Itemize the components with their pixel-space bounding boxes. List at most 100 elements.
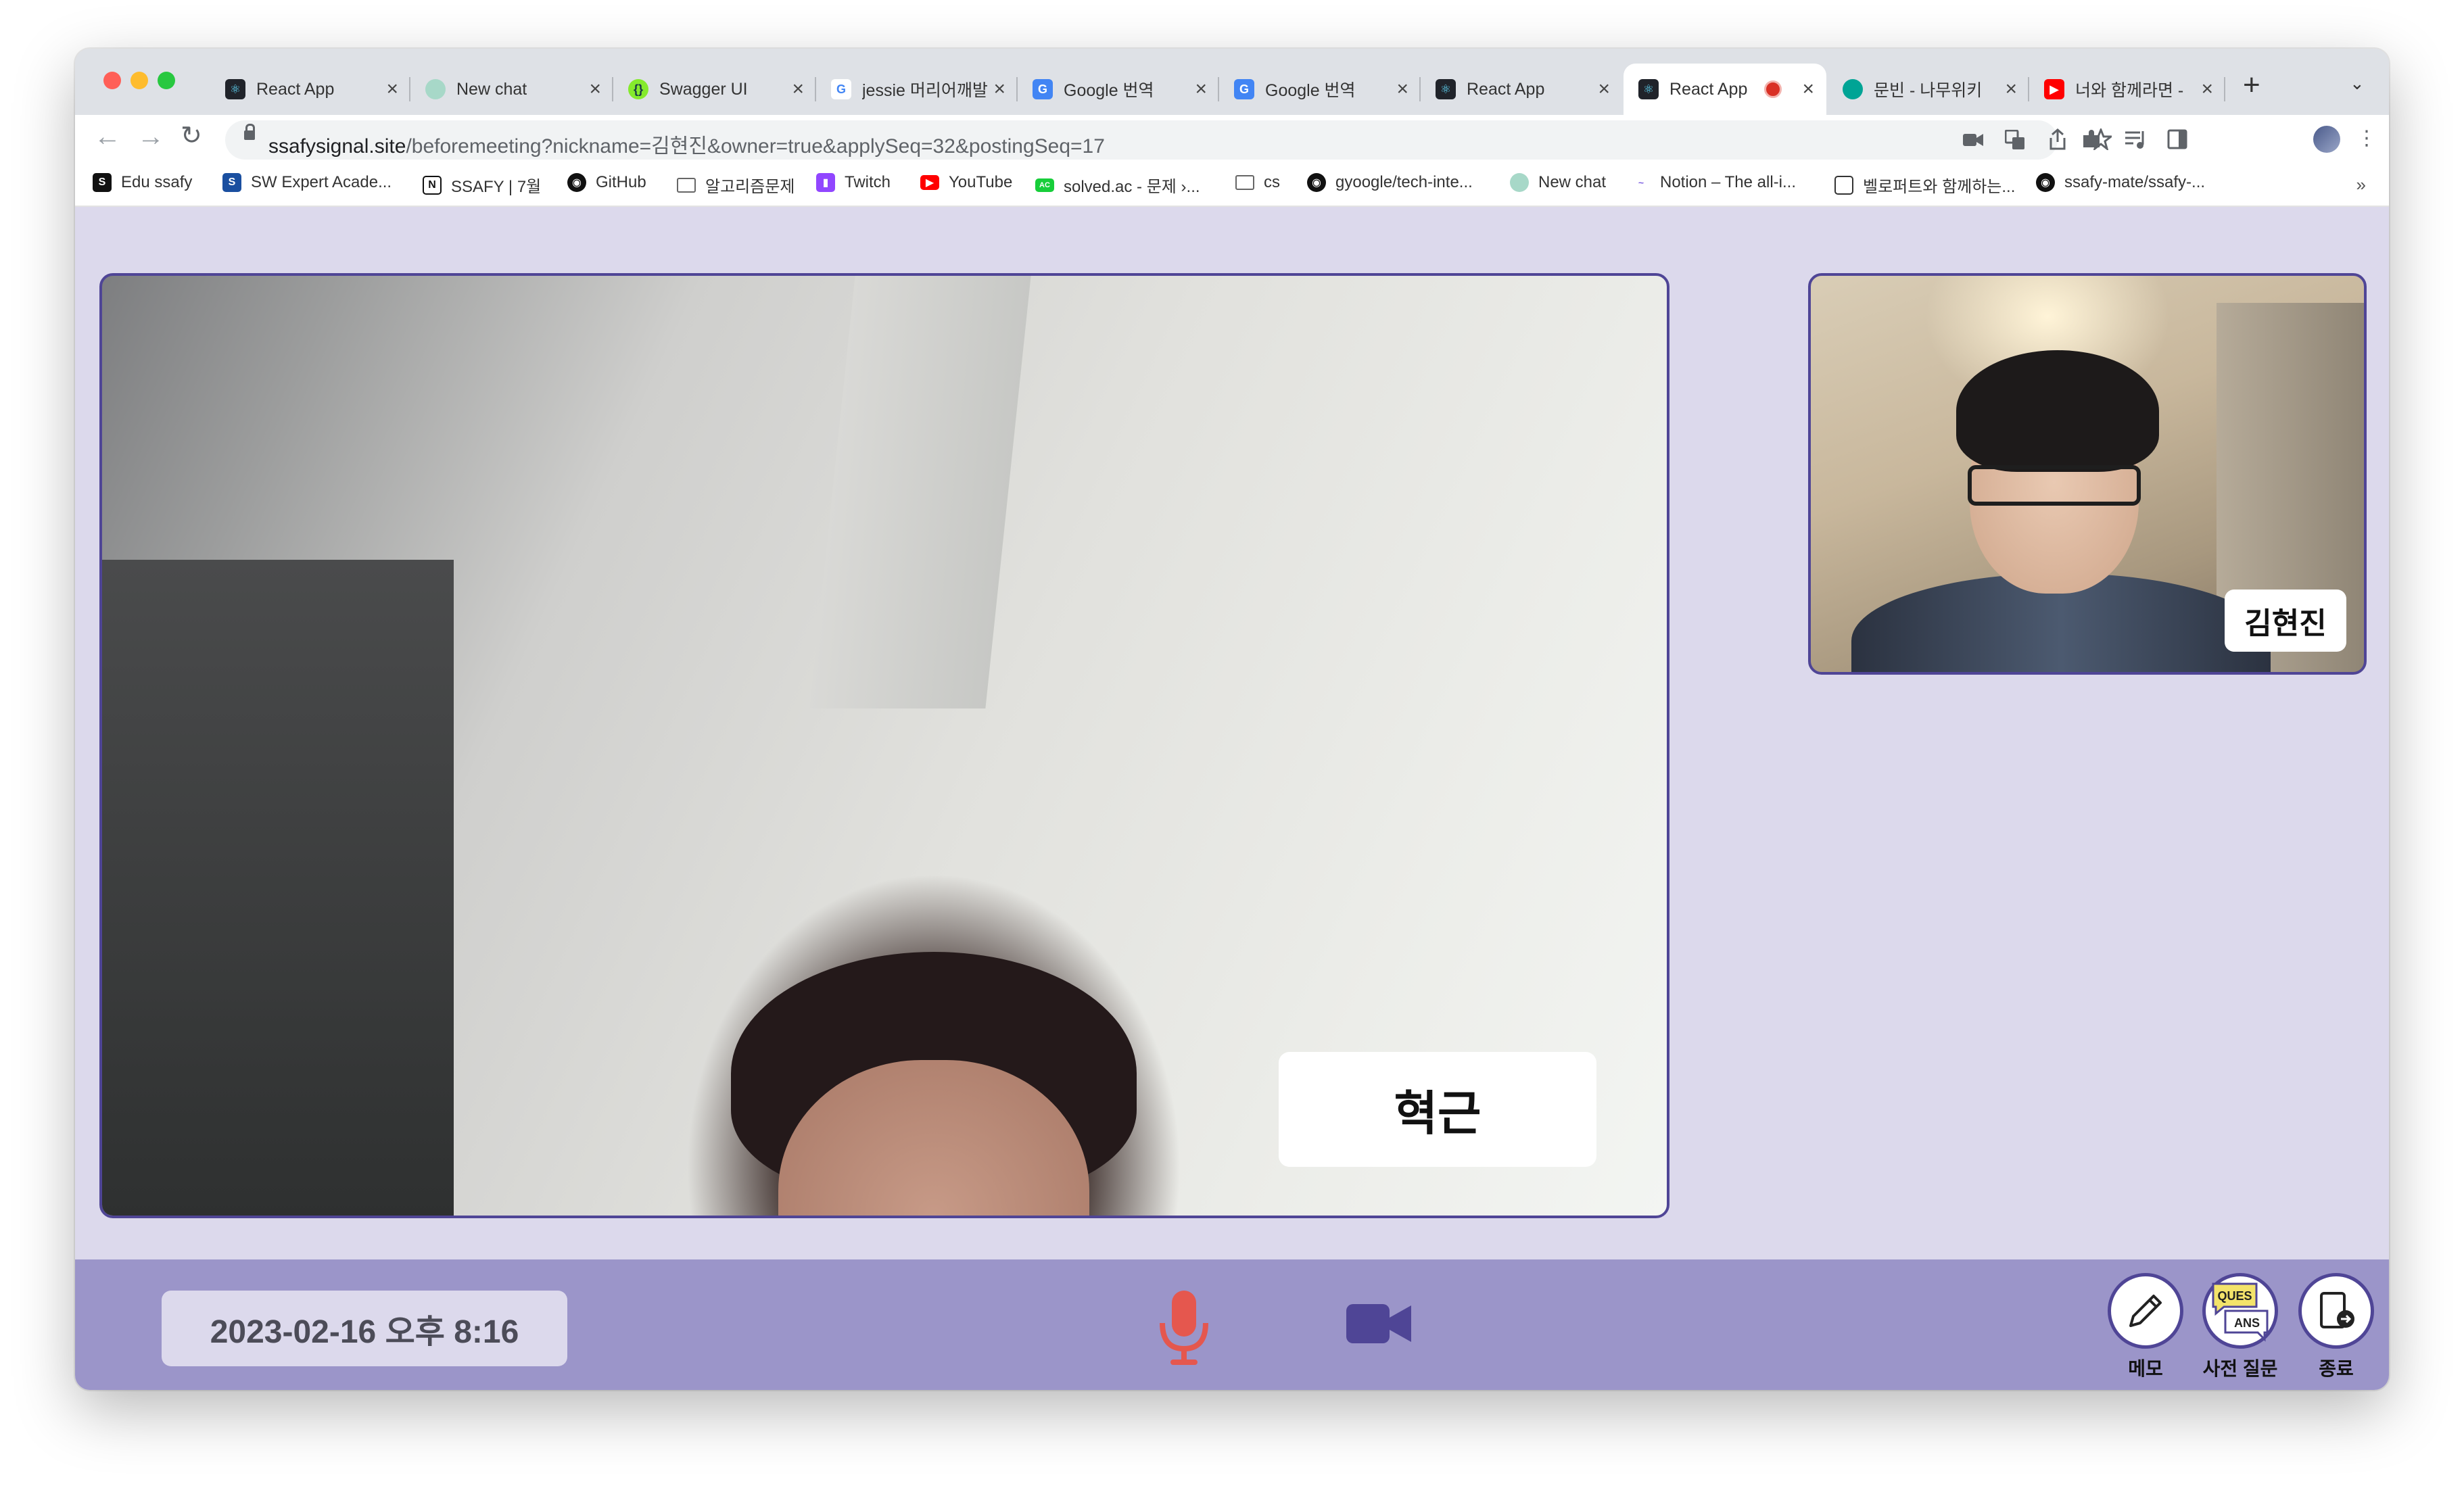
bookmark-tech-interview[interactable]: ◉ gyoogle/tech-inte... (1307, 173, 1473, 192)
edu-ssafy-icon: S (93, 173, 112, 192)
address-bar[interactable]: ssafysignal.site/beforemeeting?nickname=… (225, 120, 2112, 160)
end-meeting-label: 종료 (2319, 1358, 2354, 1379)
tab-react-app-2[interactable]: ⚛ React App × (1421, 64, 1622, 115)
share-icon[interactable] (2048, 128, 2067, 150)
pre-question-button[interactable]: QUES ANS (2202, 1273, 2278, 1349)
translate-page-icon[interactable] (2005, 130, 2025, 150)
react-icon: ⚛ (1436, 79, 1456, 99)
more-bookmarks-button[interactable]: » (2356, 174, 2366, 195)
main-participant-name: 혁근 (1279, 1052, 1596, 1167)
memo-button[interactable] (2108, 1273, 2183, 1349)
chatgpt-icon (425, 79, 446, 99)
tab-react-app-active[interactable]: ⚛ React App × (1624, 64, 1826, 115)
tab-google-translate-2[interactable]: G Google 번역 × (1219, 64, 1421, 115)
more-menu-icon[interactable]: ⋮ (2355, 127, 2378, 150)
bookmark-swea[interactable]: S SW Expert Acade... (222, 173, 392, 192)
close-tab-icon[interactable]: × (2005, 78, 2017, 101)
translate-icon: G (1234, 79, 1254, 99)
bookmark-notion[interactable]: ~ Notion – The all-i... (1632, 173, 1796, 192)
meeting-control-bar: 2023-02-16 오후 8:16 메모 QUES ANS 사전 질문 종료 (75, 1259, 2389, 1390)
self-participant-name: 김현진 (2225, 590, 2346, 652)
new-tab-button[interactable]: + (2243, 70, 2260, 100)
question-answer-icon: QUES ANS (2212, 1282, 2269, 1342)
forward-arrow-icon[interactable]: → (137, 123, 164, 150)
tab-google-search[interactable]: G jessie 머리어깨발 × (816, 64, 1018, 115)
youtube-icon: ▶ (2044, 79, 2064, 99)
bookmark-algorithm-folder[interactable]: 알고리즘문제 (677, 173, 795, 197)
camera-in-use-icon[interactable] (1963, 132, 1983, 148)
google-icon: G (831, 79, 851, 99)
self-video: 김현진 (1808, 273, 2367, 675)
swagger-icon: {} (628, 79, 648, 99)
bookmark-edu-ssafy[interactable]: S Edu ssafy (93, 173, 192, 192)
reading-list-icon[interactable] (2124, 128, 2147, 150)
recording-indicator-icon (1764, 80, 1782, 98)
browser-toolbar: ← → ↻ ssafysignal.site/beforemeeting?nic… (75, 115, 2389, 165)
pencil-icon (2129, 1295, 2162, 1327)
back-arrow-icon[interactable]: ← (94, 123, 121, 150)
book-icon (1834, 175, 1853, 195)
bookmark-velopert[interactable]: 벨로퍼트와 함께하는... (1834, 173, 2015, 197)
react-icon: ⚛ (1638, 79, 1659, 99)
tab-youtube[interactable]: ▶ 너와 함께라면 - × (2029, 64, 2225, 115)
lock-icon (244, 124, 255, 140)
close-tab-icon[interactable]: × (1598, 78, 1610, 101)
browser-window: ⚛ React App × New chat × {} Swagger UI ×… (75, 49, 2389, 1390)
react-icon: ⚛ (225, 79, 245, 99)
bookmarks-bar: S Edu ssafy S SW Expert Acade... N SSAFY | … (75, 165, 2389, 207)
bookmark-new-chat[interactable]: New chat (1510, 173, 1606, 192)
notion-link-icon: ~ (1632, 173, 1651, 192)
close-tab-icon[interactable]: × (589, 78, 601, 101)
close-tab-icon[interactable]: × (2201, 78, 2213, 101)
close-tab-icon[interactable]: × (792, 78, 804, 101)
tab-swagger[interactable]: {} Swagger UI × (613, 64, 816, 115)
bookmark-github[interactable]: ◉ GitHub (567, 173, 646, 192)
tab-react-app-1[interactable]: ⚛ React App × (210, 64, 410, 115)
bookmark-twitch[interactable]: ▮ Twitch (816, 173, 891, 192)
bookmark-cs-folder[interactable]: cs (1235, 173, 1280, 192)
bookmark-ssafy-july[interactable]: N SSAFY | 7월 (423, 173, 541, 197)
end-meeting-button[interactable] (2298, 1273, 2374, 1349)
swea-icon: S (222, 173, 241, 192)
chatgpt-icon (1510, 173, 1529, 192)
svg-text:QUES: QUES (2217, 1289, 2252, 1303)
pre-question-label: 사전 질문 (2202, 1358, 2278, 1379)
url-text[interactable]: ssafysignal.site/beforemeeting?nickname=… (268, 129, 1105, 159)
side-panel-icon[interactable] (2167, 128, 2187, 150)
tab-new-chat[interactable]: New chat × (410, 64, 613, 115)
twitch-icon: ▮ (816, 173, 835, 192)
close-tab-icon[interactable]: × (1396, 78, 1408, 101)
close-window-button[interactable] (103, 72, 121, 89)
close-tab-icon[interactable]: × (1802, 78, 1814, 101)
bookmark-youtube[interactable]: ▶ YouTube (920, 173, 1012, 192)
solvedac-icon: AC (1035, 178, 1054, 192)
meeting-datetime: 2023-02-16 오후 8:16 (162, 1291, 567, 1366)
memo-label: 메모 (2128, 1358, 2163, 1379)
folder-icon (677, 177, 696, 193)
meeting-page: 혁근 김현진 2023-02-16 오후 8:16 메모 QUES ANS 사전… (75, 207, 2389, 1390)
close-tab-icon[interactable]: × (386, 78, 398, 101)
tab-strip: ⚛ React App × New chat × {} Swagger UI ×… (75, 49, 2389, 115)
extensions-puzzle-icon[interactable] (2081, 128, 2102, 150)
video-camera-icon[interactable] (1346, 1300, 1411, 1347)
folder-icon (1235, 175, 1254, 190)
reload-icon[interactable]: ↻ (181, 123, 202, 149)
notion-icon: N (423, 175, 442, 195)
zoom-window-button[interactable] (158, 72, 175, 89)
namuwiki-icon (1843, 79, 1863, 99)
github-icon: ◉ (567, 173, 586, 192)
profile-avatar[interactable] (2313, 126, 2340, 153)
microphone-icon[interactable] (1157, 1291, 1211, 1365)
main-video: 혁근 (99, 273, 1669, 1218)
bookmark-solvedac[interactable]: AC solved.ac - 문제 ›... (1035, 173, 1200, 197)
tab-google-translate-1[interactable]: G Google 번역 × (1018, 64, 1219, 115)
tab-search-chevron-icon[interactable]: ⌄ (2350, 73, 2365, 94)
youtube-icon: ▶ (920, 175, 939, 190)
github-icon: ◉ (1307, 173, 1326, 192)
close-tab-icon[interactable]: × (1195, 78, 1207, 101)
minimize-window-button[interactable] (131, 72, 148, 89)
bookmark-ssafy-mate[interactable]: ◉ ssafy-mate/ssafy-... (2036, 173, 2205, 192)
github-icon: ◉ (2036, 173, 2055, 192)
tab-namuwiki[interactable]: 문빈 - 나무위키 × (1828, 64, 2029, 115)
close-tab-icon[interactable]: × (993, 78, 1005, 101)
